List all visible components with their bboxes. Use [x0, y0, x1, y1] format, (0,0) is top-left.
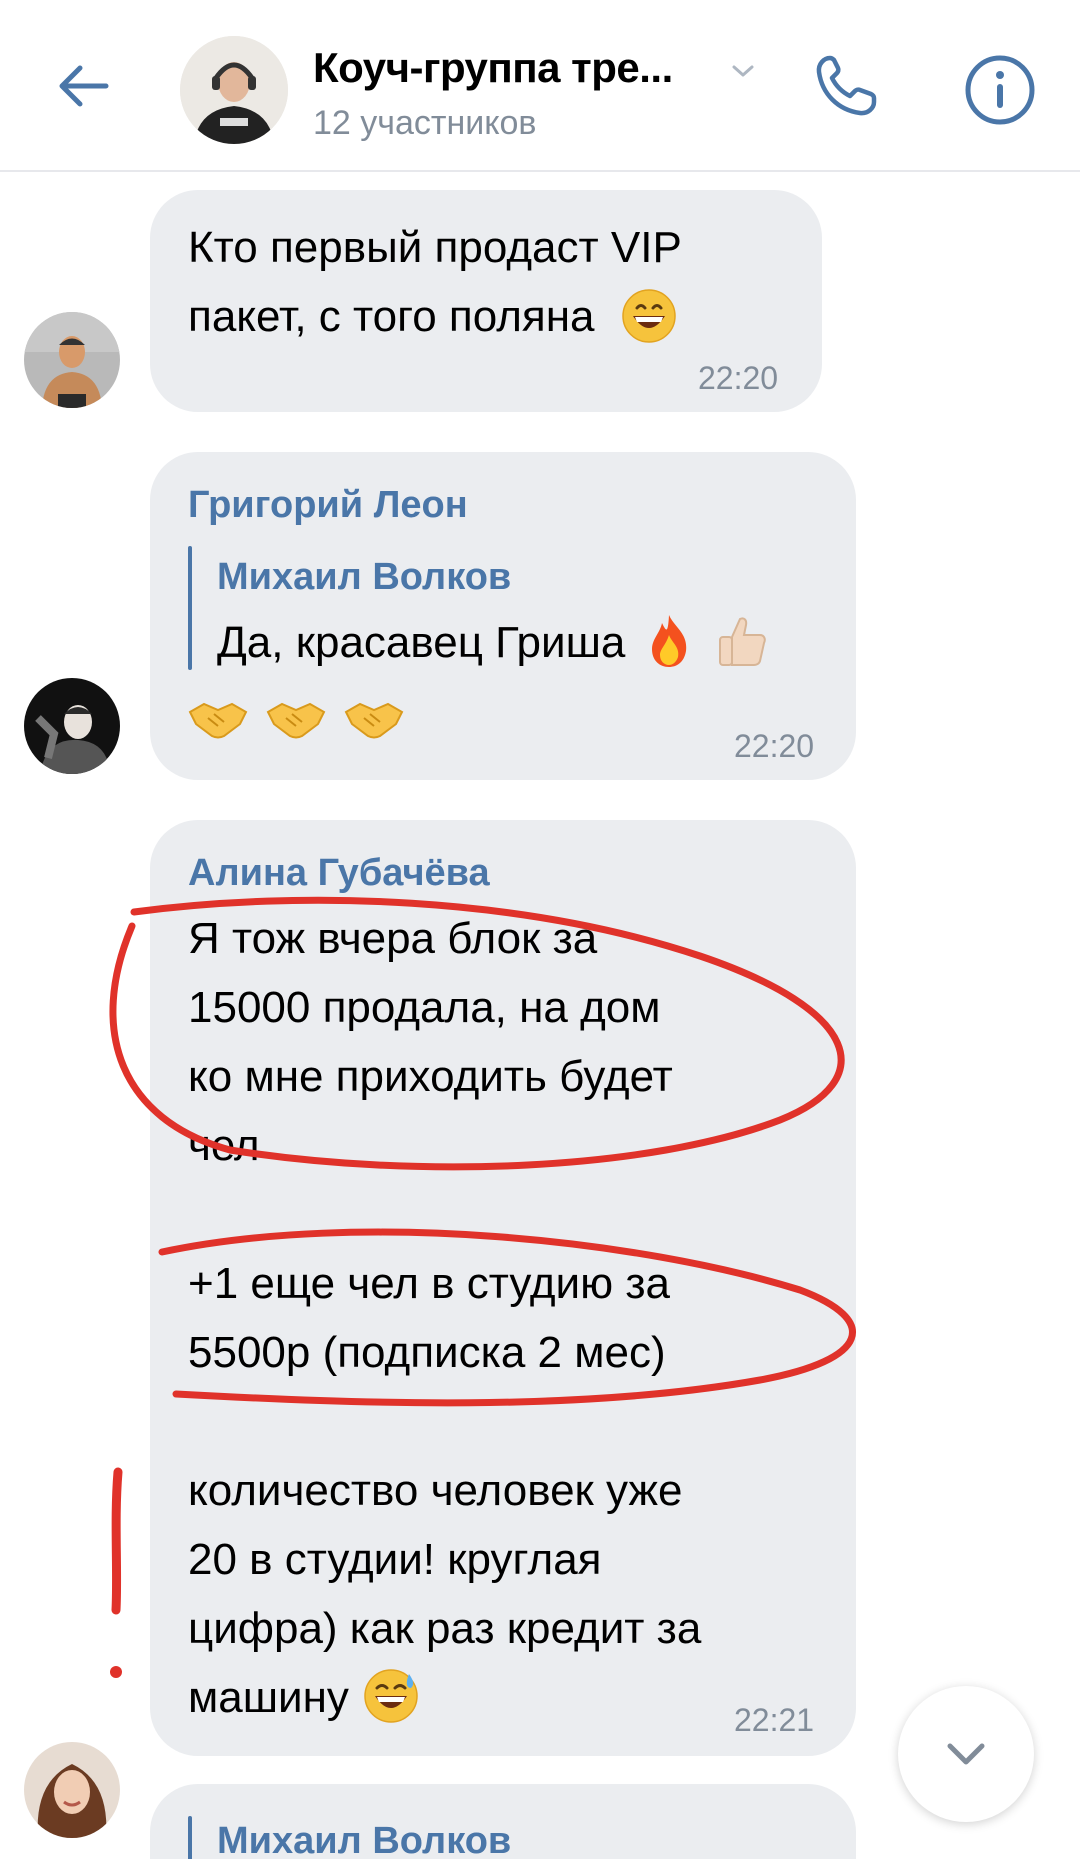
- emoji-row: [188, 683, 404, 752]
- message-time: 22:20: [698, 360, 779, 396]
- handshake-emoji-icon: [188, 703, 248, 739]
- message-text: Я тож вчера блок за: [188, 914, 598, 963]
- grinning-face-emoji-icon: [622, 289, 676, 344]
- reply-text[interactable]: Да, красавец Гриша: [217, 608, 770, 677]
- avatar[interactable]: [24, 1742, 120, 1838]
- avatar[interactable]: [24, 312, 120, 408]
- reply-bar: [188, 546, 192, 670]
- message-time: 22:21: [734, 1702, 815, 1738]
- message-author[interactable]: Алина Губачёва: [188, 852, 490, 895]
- avatar[interactable]: [24, 678, 120, 774]
- message-text: чел: [188, 1121, 260, 1170]
- phone-icon: [816, 55, 877, 116]
- message-text: пакет, с того поляна: [188, 282, 677, 351]
- message-text: ко мне приходить будет: [188, 1052, 673, 1101]
- back-button[interactable]: [48, 50, 120, 122]
- message-text: машину: [188, 1663, 419, 1732]
- message-text: количество человек уже: [188, 1466, 683, 1515]
- fire-emoji-icon: [651, 615, 686, 668]
- chat-header: Коуч-группа тре... 12 участников: [0, 0, 1080, 172]
- message-text: Кто первый продаст VIP: [188, 223, 682, 272]
- info-button[interactable]: [962, 52, 1038, 128]
- message-text: 20 в студии! круглая: [188, 1535, 602, 1584]
- reply-author[interactable]: Михаил Волков: [217, 556, 511, 599]
- message-text: +1 еще чел в студию за: [188, 1259, 671, 1308]
- chevron-down-icon: [947, 1743, 985, 1765]
- call-button[interactable]: [806, 46, 886, 126]
- chat-title[interactable]: Коуч-группа тре...: [313, 44, 673, 92]
- message-time: 22:20: [734, 728, 815, 764]
- handshake-emoji-icon: [345, 703, 404, 739]
- handshake-emoji-icon: [266, 703, 326, 739]
- reply-bar: [188, 1816, 192, 1859]
- arrow-left-icon: [59, 65, 109, 107]
- message-text: цифра) как раз кредит за: [188, 1604, 702, 1653]
- group-avatar[interactable]: [180, 36, 288, 144]
- participants-count: 12 участников: [313, 104, 537, 142]
- message-author[interactable]: Григорий Леон: [188, 484, 468, 527]
- message-text: 15000 продала, на дом: [188, 983, 661, 1032]
- chevron-down-icon[interactable]: [726, 54, 760, 88]
- info-icon: [965, 55, 1035, 125]
- grinning-sweat-emoji-icon: [364, 1669, 418, 1724]
- thumbs-up-emoji-icon: [718, 617, 766, 667]
- scroll-down-button[interactable]: [898, 1686, 1034, 1822]
- message-text: 5500р (подписка 2 мес): [188, 1328, 666, 1377]
- reply-author[interactable]: Михаил Волков: [217, 1820, 511, 1859]
